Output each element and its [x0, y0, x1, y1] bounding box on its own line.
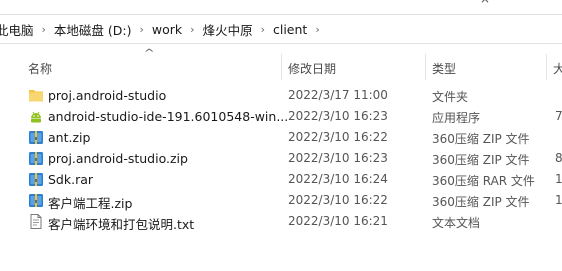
column-header-name[interactable]: 名称 [28, 60, 52, 77]
zip-archive-icon [28, 151, 44, 166]
android-app-icon [28, 109, 44, 124]
file-modified: 2022/3/10 16:22 [288, 130, 388, 144]
column-header: ^ 名称 修改日期 类型 大 [0, 44, 562, 82]
chevron-right-icon[interactable]: › [310, 23, 324, 36]
sort-ascending-icon: ^ [143, 48, 155, 59]
file-size: 7 [555, 109, 562, 123]
file-type: 360压缩 RAR 文件 [432, 174, 535, 188]
breadcrumb-local-disk-d[interactable]: 本地磁盘 (D:) [51, 20, 135, 39]
file-modified: 2022/3/10 16:23 [288, 151, 388, 165]
file-row[interactable]: ant.zip 2022/3/10 16:22 360压缩 ZIP 文件 [0, 127, 562, 148]
top-cropped-strip: — × [0, 0, 562, 10]
file-row[interactable]: 客户端工程.zip 2022/3/10 16:22 360压缩 ZIP 文件 1 [0, 190, 562, 211]
chevron-right-icon[interactable]: › [37, 23, 51, 36]
breadcrumb-this-pc[interactable]: 此电脑 [0, 20, 37, 39]
file-name: Sdk.rar [48, 172, 94, 187]
file-modified: 2022/3/17 11:00 [288, 88, 388, 102]
column-divider[interactable] [546, 54, 547, 80]
file-type: 360压缩 ZIP 文件 [432, 153, 530, 167]
file-modified: 2022/3/10 16:22 [288, 193, 388, 207]
file-name: 客户端工程.zip [48, 196, 133, 211]
file-modified: 2022/3/10 16:23 [288, 109, 388, 123]
chevron-right-icon[interactable]: › [185, 23, 199, 36]
column-header-modified[interactable]: 修改日期 [288, 60, 336, 77]
file-name: 客户端环境和打包说明.txt [48, 217, 195, 232]
file-row[interactable]: android-studio-ide-191.6010548-win... 20… [0, 106, 562, 127]
window-control-fragment[interactable]: — [350, 0, 362, 6]
file-name: ant.zip [48, 130, 91, 145]
breadcrumb-fenghuo-zhongyuan[interactable]: 烽火中原 [200, 20, 256, 39]
chevron-right-icon[interactable]: › [256, 23, 270, 36]
file-size: 1 [555, 193, 562, 207]
file-name: proj.android-studio.zip [48, 151, 188, 166]
window-control-fragment[interactable]: × [480, 0, 490, 6]
file-type: 360压缩 ZIP 文件 [432, 195, 530, 209]
column-header-size[interactable]: 大 [553, 60, 562, 77]
file-type: 文件夹 [432, 90, 469, 104]
folder-icon [28, 88, 44, 103]
file-list: proj.android-studio 2022/3/17 11:00 文件夹 … [0, 85, 562, 232]
column-divider[interactable] [281, 54, 282, 80]
column-header-type[interactable]: 类型 [432, 60, 456, 77]
file-type: 文本文档 [432, 216, 481, 230]
file-name: proj.android-studio [48, 88, 167, 103]
address-bar[interactable]: 此电脑 › 本地磁盘 (D:) › work › 烽火中原 › client › [0, 14, 562, 44]
file-modified: 2022/3/10 16:21 [288, 214, 388, 228]
rar-archive-icon [28, 172, 44, 187]
file-type: 360压缩 ZIP 文件 [432, 132, 530, 146]
text-document-icon [28, 214, 44, 229]
column-divider[interactable] [425, 54, 426, 80]
file-row[interactable]: Sdk.rar 2022/3/10 16:24 360压缩 RAR 文件 1 [0, 169, 562, 190]
breadcrumb-client[interactable]: client [270, 22, 310, 37]
file-size: 8 [555, 151, 562, 165]
breadcrumb-work[interactable]: work [149, 22, 185, 37]
file-row[interactable]: proj.android-studio 2022/3/17 11:00 文件夹 [0, 85, 562, 106]
file-row[interactable]: 客户端环境和打包说明.txt 2022/3/10 16:21 文本文档 [0, 211, 562, 232]
zip-archive-icon [28, 193, 44, 208]
file-name: android-studio-ide-191.6010548-win... [48, 109, 289, 124]
chevron-right-icon[interactable]: › [135, 23, 149, 36]
file-size: 1 [555, 172, 562, 186]
zip-archive-icon [28, 130, 44, 145]
file-row[interactable]: proj.android-studio.zip 2022/3/10 16:23 … [0, 148, 562, 169]
file-type: 应用程序 [432, 111, 481, 125]
file-modified: 2022/3/10 16:24 [288, 172, 388, 186]
